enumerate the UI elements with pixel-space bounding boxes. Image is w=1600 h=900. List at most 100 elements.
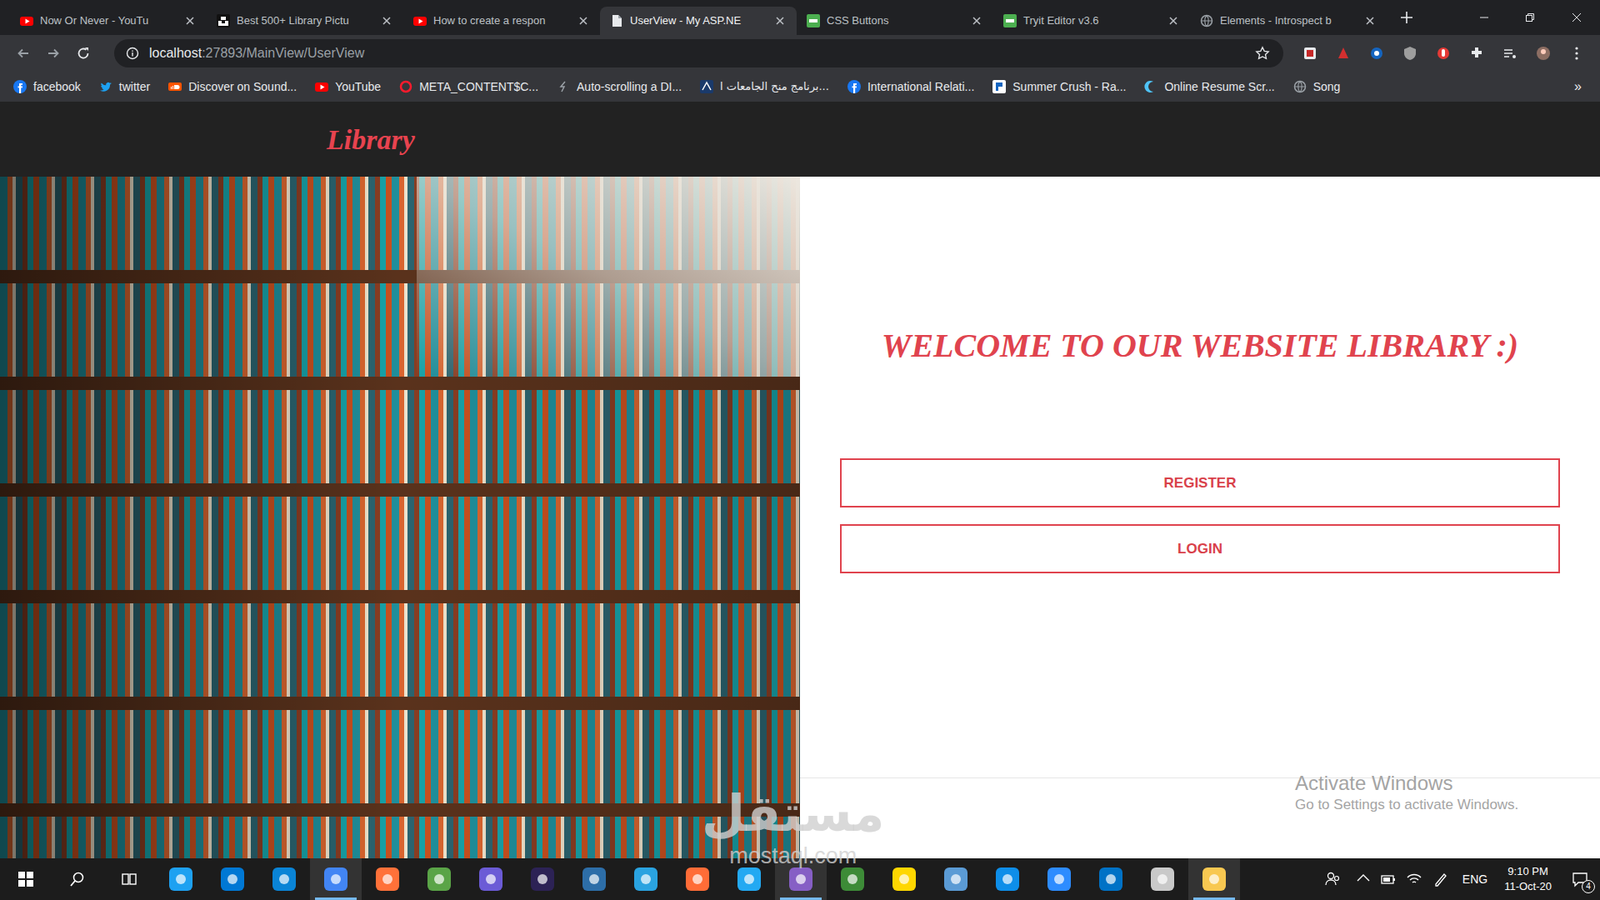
search-icon[interactable] (51, 858, 104, 900)
close-icon[interactable] (1363, 14, 1377, 28)
app-icon (272, 867, 296, 891)
notifications[interactable]: 4 (1560, 858, 1600, 900)
close-icon[interactable] (380, 14, 394, 28)
media-icon[interactable] (1493, 38, 1527, 69)
taskbar-app[interactable] (361, 858, 414, 900)
bookmark[interactable]: twitter (99, 78, 150, 96)
pocket-icon[interactable] (1293, 38, 1327, 69)
taskbar-app[interactable] (671, 858, 724, 900)
bookmark-star-icon[interactable] (1253, 44, 1272, 63)
extension-icon[interactable] (1360, 38, 1394, 69)
bookmark[interactable]: YouTube (315, 78, 381, 96)
people-icon[interactable] (1314, 858, 1351, 900)
wifi-icon[interactable] (1400, 858, 1428, 900)
clock[interactable]: 9:10 PM11-Oct-20 (1495, 864, 1560, 895)
running-indicator (1038, 897, 1080, 900)
info-icon[interactable] (125, 46, 140, 60)
chevron-up-icon[interactable] (1350, 858, 1376, 900)
address-bar[interactable]: localhost:27893/MainView/UserView (114, 39, 1284, 68)
register-button[interactable]: REGISTER (840, 458, 1560, 508)
taskbar-app[interactable] (930, 858, 982, 900)
close-icon[interactable] (183, 14, 197, 28)
restore-icon[interactable] (1506, 0, 1554, 35)
app-glyph-icon (795, 874, 806, 885)
reload-icon[interactable] (68, 38, 99, 69)
bookmark[interactable]: International Relati... (847, 78, 975, 96)
avatar-icon[interactable] (1526, 38, 1560, 69)
running-indicator (211, 897, 254, 900)
close-icon[interactable] (576, 14, 590, 28)
puzzle-icon[interactable] (1460, 38, 1494, 69)
start-icon[interactable] (0, 858, 52, 900)
app-icon (324, 867, 348, 891)
tab[interactable]: Best 500+ Library Pictu (206, 6, 404, 35)
watermark-latin: mostaql.com (729, 843, 857, 869)
app-glyph-icon (330, 874, 341, 885)
menu-icon[interactable] (1560, 38, 1594, 69)
app-glyph-icon (279, 874, 290, 885)
taskbar-app[interactable] (1033, 858, 1085, 900)
taskbar-app[interactable] (516, 858, 569, 900)
taskbar-app[interactable] (258, 858, 310, 900)
pen-icon[interactable] (1427, 858, 1455, 900)
url[interactable]: localhost:27893/MainView/UserView (149, 43, 1244, 64)
tab[interactable]: How to create a respon (403, 6, 600, 35)
back-icon[interactable] (8, 38, 39, 69)
taskbar-app[interactable] (620, 858, 672, 900)
bookmark-label: YouTube (335, 78, 381, 96)
tab[interactable]: UserView - My ASP.NE (600, 6, 797, 35)
shield-icon[interactable] (1393, 38, 1427, 69)
running-indicator (263, 897, 305, 900)
taskbar-app[interactable] (568, 858, 620, 900)
site-logo[interactable]: Library (326, 118, 415, 161)
adblock-icon[interactable] (1426, 38, 1460, 69)
forward-icon[interactable] (38, 38, 69, 69)
taskbar-app[interactable] (310, 858, 362, 900)
taskbar-app[interactable] (155, 858, 207, 900)
bookmark[interactable]: Summer Crush - Ra... (992, 78, 1126, 96)
taskbar-app[interactable] (878, 858, 930, 900)
tab[interactable]: CSS Buttons (796, 6, 994, 35)
more-bookmarks[interactable]: » (1574, 76, 1600, 97)
bookmark[interactable]: Song (1293, 78, 1341, 96)
bookmark[interactable]: META_CONTENT$C... (399, 78, 539, 96)
taskbar-app[interactable] (981, 858, 1034, 900)
taskbar-app[interactable] (723, 858, 775, 900)
taskbar-app[interactable] (1085, 858, 1137, 900)
battery-icon[interactable] (1375, 858, 1401, 900)
bookmark[interactable]: Discover on Sound... (168, 78, 297, 96)
bookmark[interactable]: Online Resume Scr... (1144, 78, 1275, 96)
url-host: localhost (149, 45, 202, 60)
bookmark[interactable]: برنامج منح الجامعات ا... (700, 78, 830, 95)
tab[interactable]: Elements - Introspect b (1190, 6, 1387, 35)
app-glyph-icon (744, 874, 755, 885)
language[interactable]: ENG (1454, 870, 1496, 889)
minimize-icon[interactable] (1460, 0, 1507, 35)
extension-icon[interactable] (1326, 38, 1360, 69)
new-tab-icon[interactable] (1393, 4, 1420, 31)
task-view-icon[interactable] (103, 858, 155, 900)
tab[interactable]: Now Or Never - YouTu (10, 6, 207, 35)
close-window-icon[interactable] (1553, 0, 1600, 35)
app-glyph-icon (382, 874, 393, 885)
bookmark[interactable]: facebook (13, 78, 81, 96)
close-icon[interactable] (773, 14, 787, 28)
login-button[interactable]: LOGIN (840, 524, 1560, 574)
taskbar-app[interactable] (413, 858, 465, 900)
watermark-arabic: مستقل (701, 783, 885, 844)
tab[interactable]: Tryit Editor v3.6 (993, 6, 1190, 35)
taskbar-app[interactable] (1136, 858, 1189, 900)
taskbar-app[interactable] (206, 858, 259, 900)
welcome-main: WELCOME TO OUR WEBSITE LIBRARY :)REGISTE… (800, 176, 1600, 778)
running-indicator (1141, 897, 1184, 900)
twitter-icon (99, 80, 113, 94)
close-icon[interactable] (1166, 14, 1180, 28)
bookmark[interactable]: Auto-scrolling a DI... (556, 78, 682, 96)
taskbar-app[interactable] (1188, 858, 1240, 900)
auth-buttons: REGISTER LOGIN (840, 458, 1560, 574)
close-icon[interactable] (970, 14, 984, 28)
taskbar-app[interactable] (775, 858, 827, 900)
app-icon (634, 867, 658, 891)
taskbar-app[interactable] (465, 858, 517, 900)
taskbar-app[interactable] (826, 858, 879, 900)
